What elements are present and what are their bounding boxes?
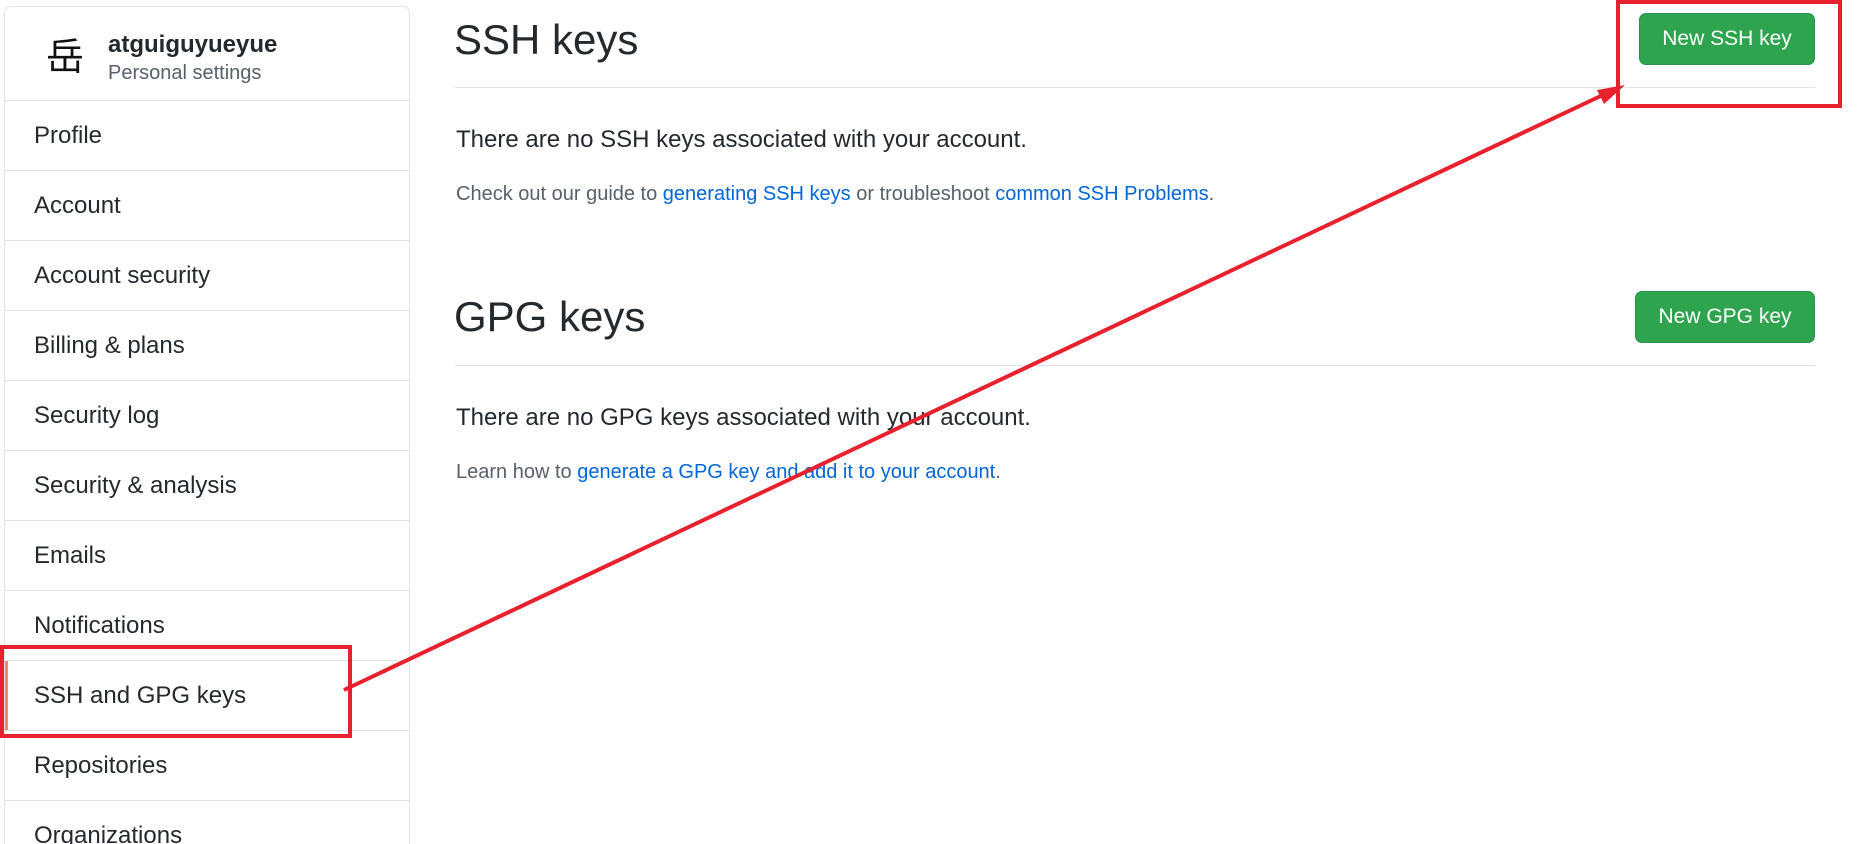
personal-settings-label: Personal settings <box>108 62 262 84</box>
common-ssh-problems-link[interactable]: common SSH Problems <box>995 183 1208 205</box>
sidebar-item-emails[interactable]: Emails <box>5 521 409 591</box>
sidebar-item-profile[interactable]: Profile <box>5 101 409 171</box>
generating-ssh-keys-link[interactable]: generating SSH keys <box>663 183 851 205</box>
sidebar-user-header[interactable]: 岳 atguiguyueyue Personal settings <box>5 7 409 101</box>
ssh-keys-title: SSH keys <box>454 16 639 63</box>
gpg-divider <box>455 365 1815 366</box>
annotation-box-ssh-gpg-keys <box>0 645 352 738</box>
sidebar-item-account-security[interactable]: Account security <box>5 241 409 311</box>
annotation-box-new-ssh-key <box>1616 0 1842 108</box>
sidebar-item-security-analysis[interactable]: Security & analysis <box>5 451 409 521</box>
ssh-divider <box>455 87 1815 88</box>
avatar[interactable]: 岳 <box>43 35 87 79</box>
sidebar-item-repositories[interactable]: Repositories <box>5 731 409 801</box>
gpg-keys-title: GPG keys <box>454 293 646 340</box>
gpg-empty-message: There are no GPG keys associated with yo… <box>456 404 1031 431</box>
new-gpg-key-button[interactable]: New GPG key <box>1635 291 1815 343</box>
sidebar-item-security-log[interactable]: Security log <box>5 381 409 451</box>
ssh-help-text: Check out our guide to generating SSH ke… <box>456 183 1215 205</box>
gpg-help-text: Learn how to generate a GPG key and add … <box>456 461 1001 483</box>
username[interactable]: atguiguyueyue <box>108 31 277 59</box>
ssh-empty-message: There are no SSH keys associated with yo… <box>456 126 1027 153</box>
generate-gpg-key-link[interactable]: generate a GPG key and add it to your ac… <box>577 461 995 483</box>
sidebar-item-organizations[interactable]: Organizations <box>5 801 409 844</box>
sidebar-item-account[interactable]: Account <box>5 171 409 241</box>
sidebar-item-billing-plans[interactable]: Billing & plans <box>5 311 409 381</box>
settings-page: 岳 atguiguyueyue Personal settings Profil… <box>0 0 1857 844</box>
